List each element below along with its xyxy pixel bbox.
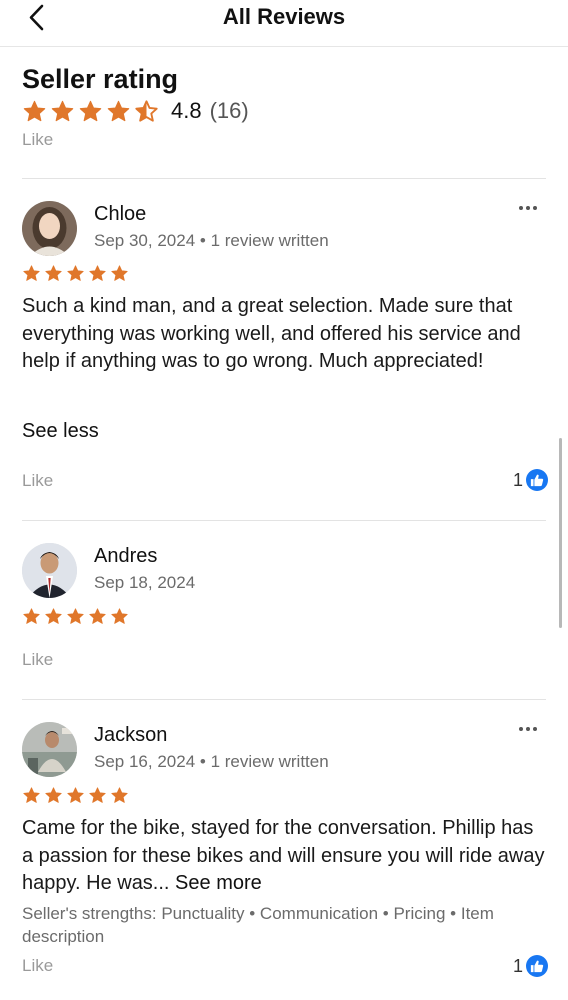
star-rating (22, 786, 129, 805)
review-card: Andres Sep 18, 2024 Like (22, 543, 548, 673)
star-icon (67, 265, 84, 281)
review-count-text: 1 review written (210, 231, 329, 250)
like-count-number: 1 (512, 955, 523, 976)
star-icon (45, 787, 62, 803)
star-icon (45, 608, 62, 624)
avatar (22, 722, 77, 777)
star-icon (111, 265, 128, 281)
meta-separator: • (199, 752, 211, 771)
star-icon (111, 787, 128, 803)
star-icon (23, 608, 40, 624)
star-icon (89, 265, 106, 281)
review-text: Came for the bike, stayed for the conver… (22, 815, 548, 898)
review-date: Sep 18, 2024 (94, 573, 196, 592)
dot-icon (519, 206, 523, 210)
star-rating (22, 99, 159, 124)
like-count[interactable]: 1 (513, 469, 548, 491)
review-meta: Sep 16, 2024 • 1 review written (94, 752, 329, 772)
avatar (22, 201, 77, 256)
avatar (22, 543, 77, 598)
star-icon (51, 100, 74, 121)
star-icon (23, 787, 40, 803)
section-title: Seller rating (22, 64, 179, 94)
more-options-button[interactable] (519, 722, 545, 736)
page-title: All Reviews (222, 4, 346, 29)
reviewer-name: Chloe (94, 203, 147, 225)
divider (22, 699, 546, 700)
top-bar: All Reviews (0, 0, 568, 47)
review-card: Chloe Sep 30, 2024 • 1 review written Su… (22, 201, 548, 501)
see-more-button[interactable]: See more (175, 872, 262, 894)
dot-icon (533, 727, 537, 731)
review-date: Sep 30, 2024 (94, 231, 196, 250)
strength-separator: • (249, 904, 260, 923)
review-text-body: Came for the bike, stayed for the conver… (22, 817, 545, 894)
star-icon (111, 608, 128, 624)
dot-icon (519, 727, 523, 731)
dot-icon (526, 206, 530, 210)
star-icon (107, 100, 130, 121)
star-icon (79, 100, 102, 121)
star-icon (45, 265, 62, 281)
strength-item: Communication (259, 904, 379, 923)
strength-item: Pricing (393, 904, 446, 923)
review-meta: Sep 30, 2024 • 1 review written (94, 231, 329, 251)
rating-row: 4.8 (16) (22, 96, 548, 126)
seller-rating-summary: Seller rating 4.8 (16) Like (22, 62, 548, 150)
reviewer-name: Andres (94, 545, 158, 567)
review-text: Such a kind man, and a great selection. … (22, 295, 521, 372)
dot-icon (533, 206, 537, 210)
review-card: Jackson Sep 16, 2024 • 1 review written … (22, 722, 548, 992)
star-icon (23, 100, 46, 121)
see-less-button[interactable]: See less (22, 420, 99, 443)
like-button[interactable]: Like (22, 471, 53, 491)
review-count-text: 1 review written (210, 752, 329, 771)
more-options-button[interactable] (519, 201, 545, 215)
rating-count: (16) (209, 98, 249, 123)
divider (22, 178, 546, 179)
thumbs-up-icon (526, 955, 548, 977)
strengths-label: Seller's strengths: (22, 904, 157, 923)
like-count[interactable]: 1 (513, 955, 548, 977)
strength-separator: • (450, 904, 461, 923)
star-icon (23, 265, 40, 281)
meta-separator: • (199, 231, 211, 250)
like-button[interactable]: Like (22, 650, 53, 670)
star-icon (67, 787, 84, 803)
thumbs-up-icon (526, 469, 548, 491)
review-meta: Sep 18, 2024 (94, 573, 195, 593)
review-date: Sep 16, 2024 (94, 752, 196, 771)
like-button[interactable]: Like (22, 130, 548, 150)
strength-item: Punctuality (161, 904, 245, 923)
star-rating (22, 607, 129, 626)
star-icon (67, 608, 84, 624)
like-count-number: 1 (512, 469, 523, 490)
star-icon (89, 608, 106, 624)
strength-separator: • (382, 904, 394, 923)
dot-icon (526, 727, 530, 731)
scrollbar[interactable] (559, 438, 562, 628)
star-half-icon (135, 99, 158, 122)
reviewer-name: Jackson (94, 724, 168, 746)
star-icon (89, 787, 106, 803)
divider (22, 520, 546, 521)
like-button[interactable]: Like (22, 956, 53, 976)
rating-value: 4.8 (171, 98, 202, 123)
star-rating (22, 264, 129, 283)
seller-strengths: Seller's strengths: Punctuality • Commun… (22, 903, 532, 948)
